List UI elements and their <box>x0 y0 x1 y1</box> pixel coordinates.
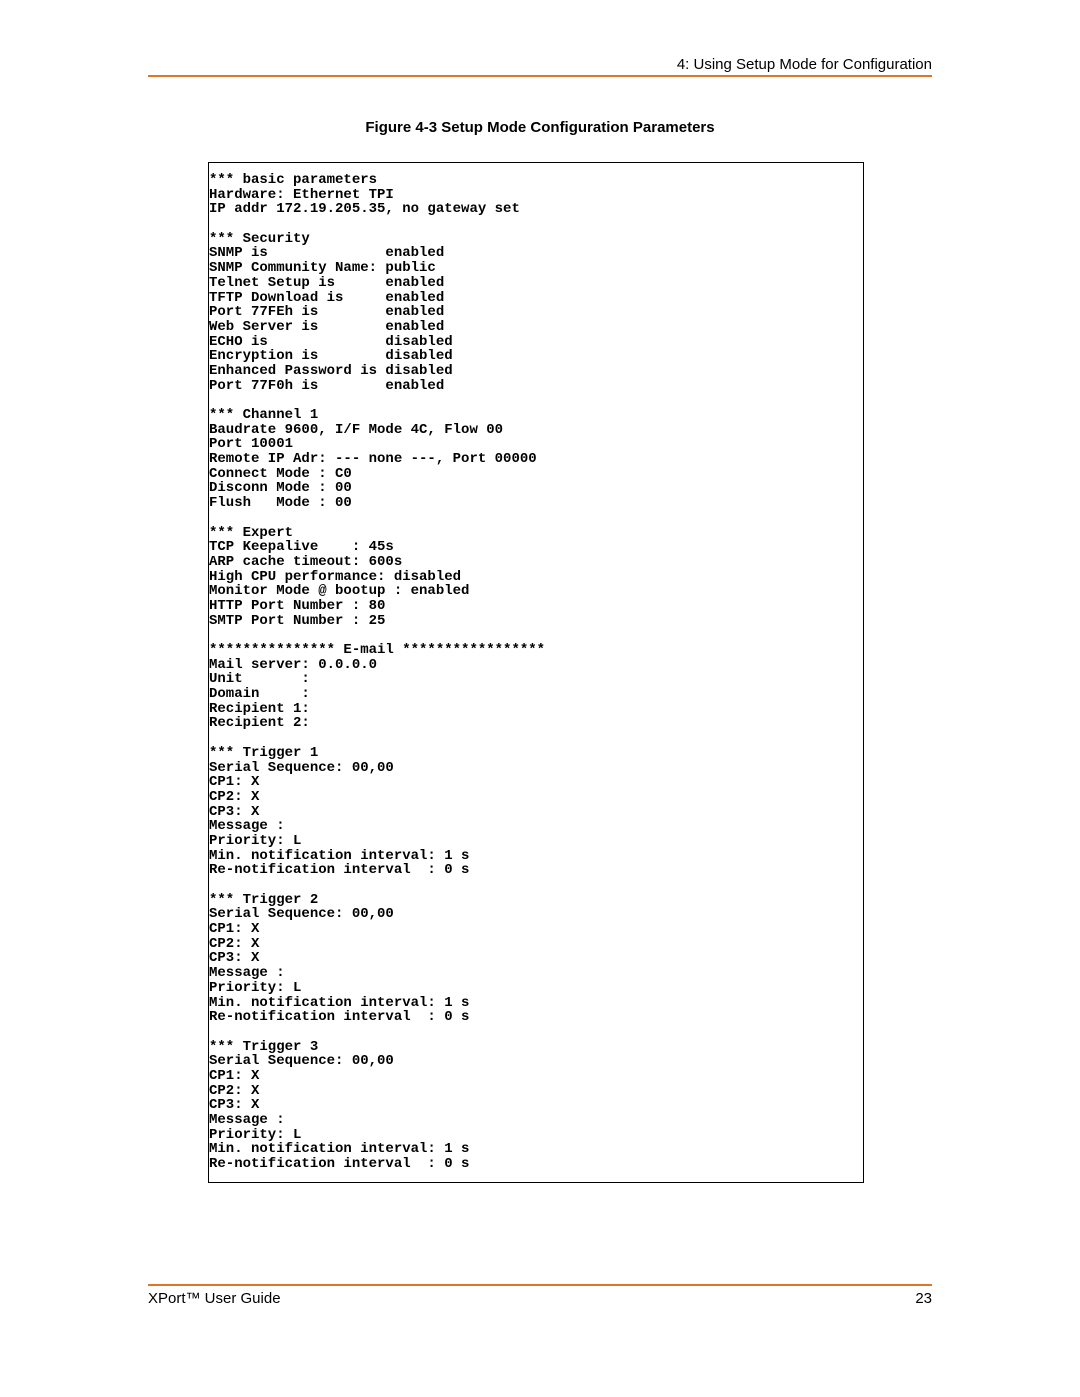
doc-title: XPort™ User Guide <box>148 1290 281 1307</box>
figure-caption: Figure 4-3 Setup Mode Configuration Para… <box>148 119 932 136</box>
page-footer: XPort™ User Guide 23 <box>148 1284 932 1307</box>
footer-rule <box>148 1284 932 1286</box>
page-number: 23 <box>915 1290 932 1307</box>
footer-row: XPort™ User Guide 23 <box>148 1290 932 1307</box>
document-page: 4: Using Setup Mode for Configuration Fi… <box>0 0 1080 1397</box>
terminal-output: *** basic parameters Hardware: Ethernet … <box>208 162 864 1183</box>
header-rule <box>148 75 932 77</box>
chapter-header: 4: Using Setup Mode for Configuration <box>148 56 932 75</box>
